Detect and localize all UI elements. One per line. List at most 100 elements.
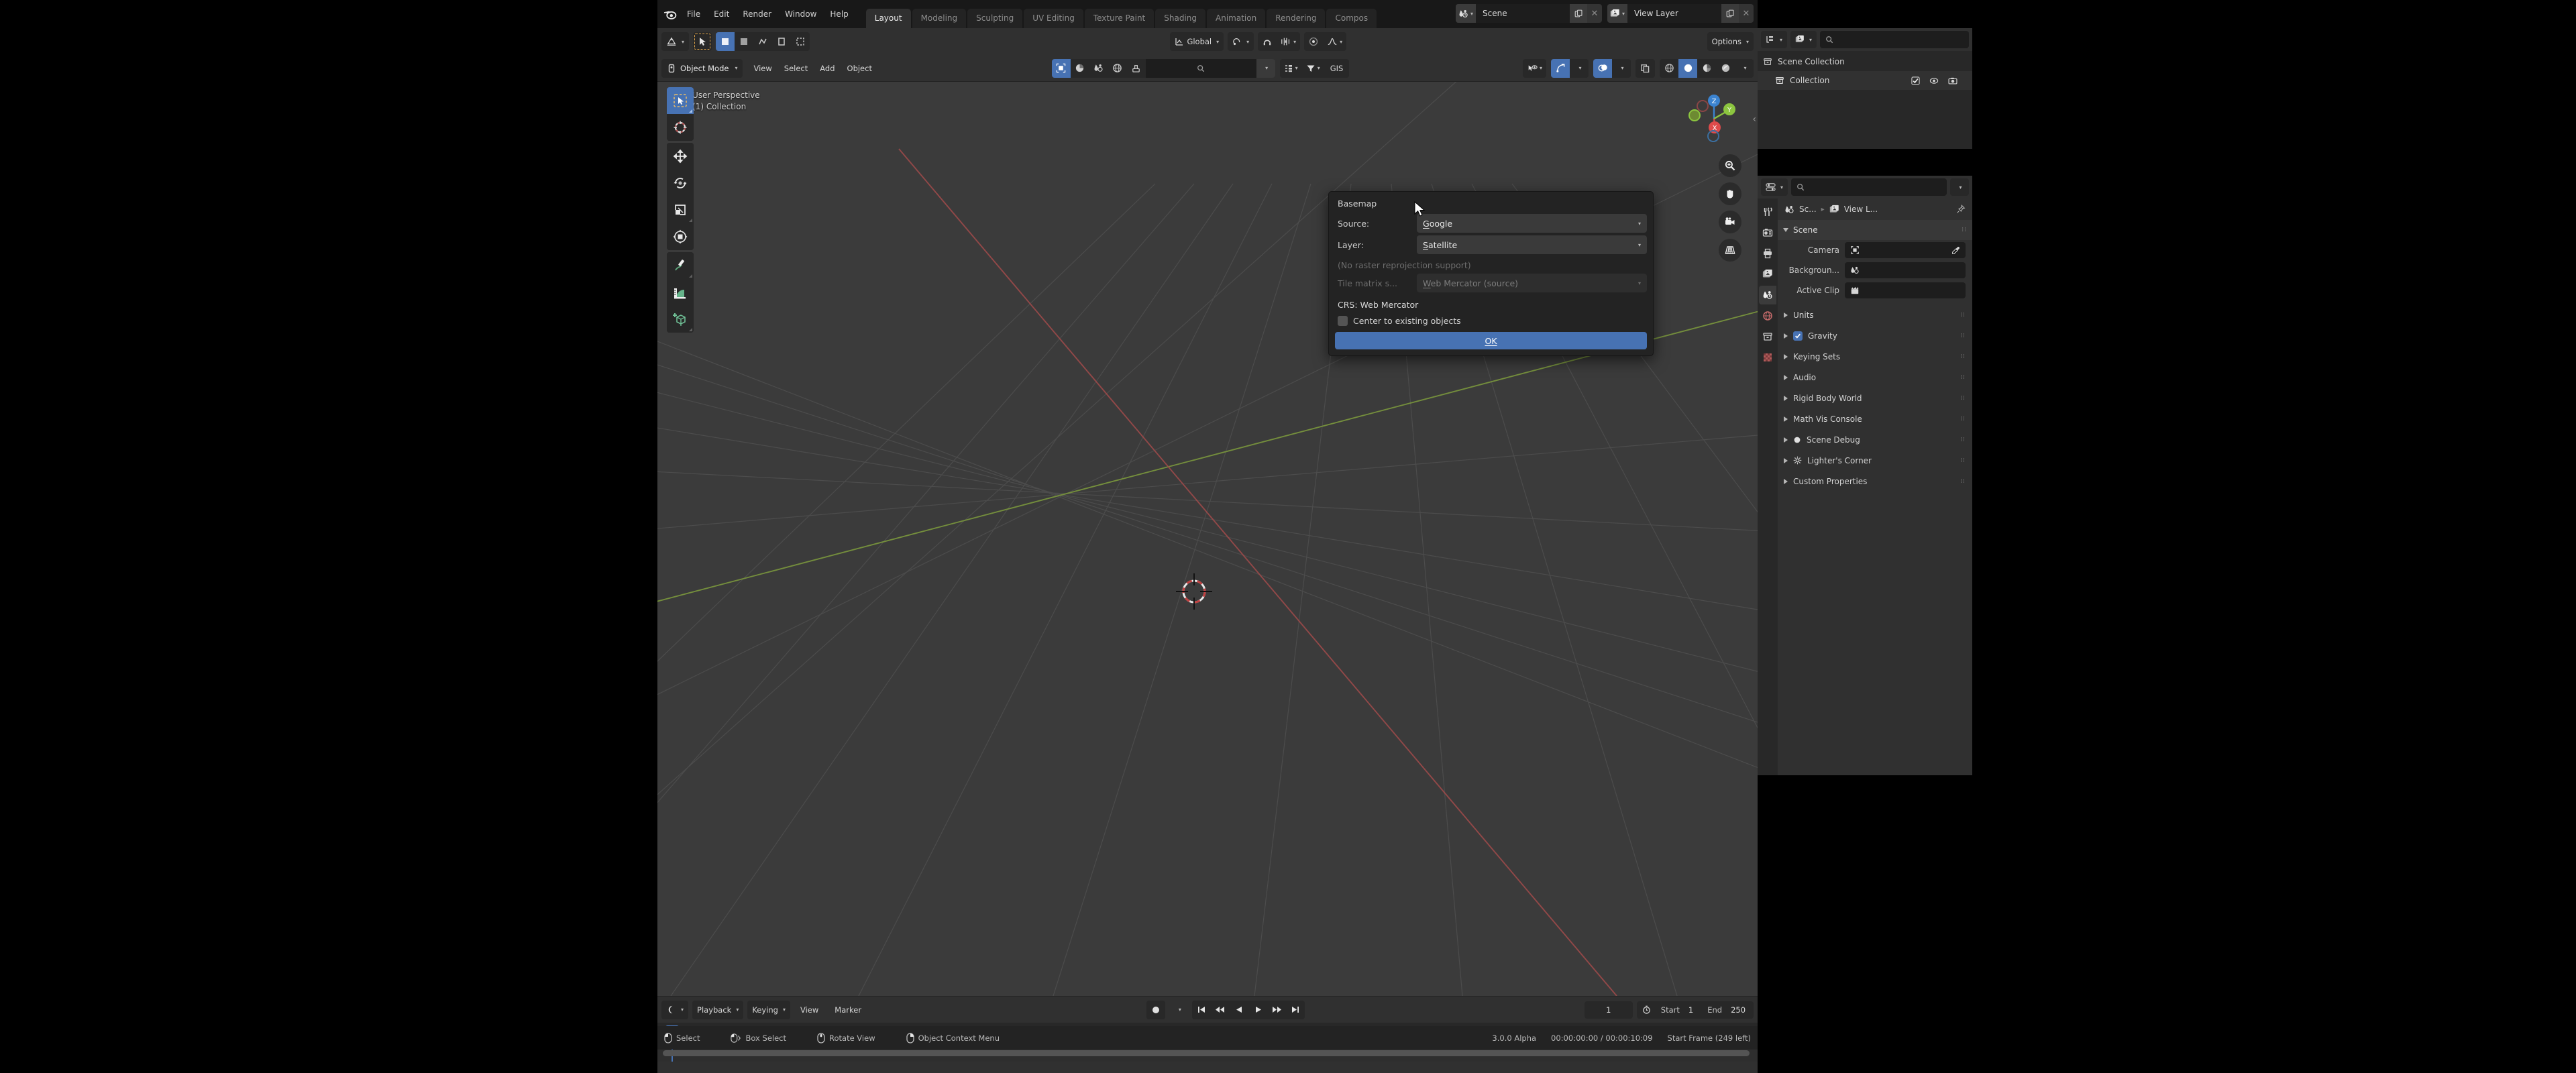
measure-tool[interactable] [667, 279, 694, 306]
property-panel-keying-sets[interactable]: Keying Sets⁞⁞ [1778, 346, 1972, 367]
workspace-tab-layout[interactable]: Layout [866, 9, 911, 28]
tab-tool[interactable] [1759, 203, 1776, 221]
tab-scene[interactable] [1759, 286, 1776, 304]
tab-collection[interactable] [1759, 327, 1776, 346]
property-panel-audio[interactable]: Audio⁞⁞ [1778, 367, 1972, 388]
outliner-row-collection[interactable]: Collection [1758, 71, 1972, 90]
viewport-menu-add[interactable]: Add [814, 61, 841, 76]
options-dropdown[interactable]: Options ▾ [1707, 32, 1754, 51]
scene-icon[interactable]: ▾ [1456, 4, 1476, 23]
overlays-toggle-icon[interactable] [1593, 59, 1612, 78]
timeline-marker-menu[interactable]: Marker [828, 1003, 867, 1017]
select-mode-group[interactable] [716, 32, 810, 51]
gis-brush-icon[interactable] [1127, 59, 1146, 78]
workspace-tab-shading[interactable]: Shading [1155, 9, 1205, 28]
funnel-filter-icon[interactable]: ▾ [1302, 59, 1324, 78]
viewport-menu-object[interactable]: Object [841, 61, 878, 76]
gis-pie-icon[interactable] [1071, 59, 1089, 78]
camera-view-icon[interactable] [1719, 211, 1741, 233]
gis-view3d-icon[interactable] [1052, 59, 1071, 78]
workspace-tab-uv-editing[interactable]: UV Editing [1024, 9, 1083, 28]
property-panel-units[interactable]: Units⁞⁞ [1778, 304, 1972, 325]
outliner-display-mode-button[interactable]: ▾ [1790, 31, 1817, 48]
viewport-menu-select[interactable]: Select [778, 61, 814, 76]
property-panel-gravity[interactable]: Gravity⁞⁞ [1778, 325, 1972, 346]
visibility-group[interactable]: ▾ [1523, 59, 1546, 78]
outliner-tree[interactable]: Scene Collection Collection [1758, 51, 1972, 149]
rotate-tool[interactable] [667, 170, 694, 196]
tab-view-layer[interactable] [1759, 265, 1776, 284]
gizmo-group[interactable]: ▾ [1551, 59, 1589, 78]
outliner-row-scene-collection[interactable]: Scene Collection [1758, 52, 1972, 71]
shading-wireframe-icon[interactable] [1660, 59, 1678, 78]
select-box-alt-icon[interactable] [772, 32, 791, 51]
transform-orientation-dropdown[interactable]: Global ▾ [1170, 32, 1224, 51]
pin-icon[interactable] [1956, 205, 1966, 214]
panel-checkbox[interactable] [1793, 331, 1803, 341]
select-dashed-icon[interactable] [791, 32, 810, 51]
snap-dropdown[interactable]: ▾ [1228, 32, 1254, 51]
layer-dropdown[interactable]: Satellite ▾ [1417, 235, 1647, 254]
tab-render[interactable] [1759, 223, 1776, 242]
shading-rendered-icon[interactable] [1716, 59, 1735, 78]
shading-modes-group[interactable]: ▾ [1660, 59, 1754, 78]
top-menu-help[interactable]: Help [823, 7, 855, 21]
timeline-editor-type-button[interactable]: ▾ [661, 1001, 688, 1019]
jump-end-button[interactable] [1286, 1001, 1305, 1019]
object-visibility-icon[interactable]: ▾ [1523, 59, 1546, 78]
center-to-objects-row[interactable]: Center to existing objects [1335, 314, 1647, 332]
view-layer-name-field[interactable]: View Layer [1627, 4, 1721, 23]
view-axis-gizmo[interactable]: Z Y X [1684, 89, 1744, 149]
xray-toggle-button[interactable] [1635, 59, 1655, 78]
gis-toolgroup[interactable]: ▾ [1052, 59, 1275, 78]
scene-datablock[interactable]: ▾ Scene ✕ [1456, 4, 1602, 23]
workspace-tab-modeling[interactable]: Modeling [912, 9, 967, 28]
playback-menu[interactable]: Playback▾ [692, 1001, 743, 1019]
gis-menu-button[interactable]: GIS [1324, 59, 1350, 78]
source-dropdown[interactable]: Google ▾ [1417, 214, 1647, 233]
delete-view-layer-button[interactable]: ✕ [1739, 4, 1754, 23]
eye-icon[interactable] [1929, 76, 1939, 85]
new-scene-button[interactable] [1570, 4, 1587, 23]
viewport-toolbar[interactable] [667, 87, 694, 333]
next-keyframe-button[interactable] [1267, 1001, 1286, 1019]
property-panel-custom-properties[interactable]: Custom Properties⁞⁞ [1778, 471, 1972, 492]
scene-name-field[interactable]: Scene [1476, 4, 1570, 23]
properties-editor-type-button[interactable]: ▾ [1761, 178, 1788, 196]
annotate-tool[interactable] [667, 252, 694, 279]
workspace-tab-rendering[interactable]: Rendering [1267, 9, 1325, 28]
toggle-perspective-icon[interactable] [1719, 239, 1741, 262]
panel-grip-icon[interactable]: ⁞⁞ [1960, 374, 1966, 381]
active-clip-field[interactable] [1845, 282, 1966, 298]
magnet-icon[interactable] [1258, 32, 1277, 51]
scale-tool[interactable] [667, 196, 694, 223]
viewport-menu-view[interactable]: View [747, 61, 777, 76]
prev-keyframe-button[interactable] [1211, 1001, 1230, 1019]
panel-grip-icon[interactable]: ⁞⁞ [1960, 478, 1966, 485]
scene-section-header[interactable]: Scene ⁞⁞ [1778, 220, 1972, 240]
play-button[interactable] [1248, 1001, 1267, 1019]
end-frame-value[interactable]: 250 [1728, 1005, 1754, 1015]
select-lasso-icon[interactable] [753, 32, 772, 51]
property-panel-math-vis-console[interactable]: Math Vis Console⁞⁞ [1778, 408, 1972, 429]
top-menu-window[interactable]: Window [778, 7, 823, 21]
pan-hand-icon[interactable] [1719, 182, 1741, 205]
checkbox-icon[interactable] [1911, 76, 1920, 85]
gizmo-toggle-icon[interactable] [1551, 59, 1570, 78]
workspace-tab-animation[interactable]: Animation [1207, 9, 1265, 28]
proportional-falloff-icon[interactable]: ▾ [1277, 32, 1300, 51]
camera-icon[interactable] [1948, 76, 1957, 85]
new-view-layer-button[interactable] [1721, 4, 1739, 23]
top-menu-file[interactable]: File [680, 7, 707, 21]
tab-texture[interactable] [1759, 348, 1776, 367]
panel-grip-icon[interactable]: ⁞⁞ [1960, 416, 1966, 422]
tweak-select-tool[interactable] [667, 87, 694, 114]
play-reverse-button[interactable] [1230, 1001, 1248, 1019]
viewport-nav-buttons[interactable] [1719, 154, 1741, 262]
overlays-group[interactable]: ▾ [1593, 59, 1631, 78]
eyedropper-icon[interactable] [1951, 246, 1960, 255]
property-panel-scene-debug[interactable]: Scene Debug⁞⁞ [1778, 429, 1972, 450]
proportional-edit-group[interactable]: ▾ [1258, 32, 1300, 51]
properties-tab-column[interactable] [1758, 199, 1778, 775]
transform-tool[interactable] [667, 223, 694, 250]
